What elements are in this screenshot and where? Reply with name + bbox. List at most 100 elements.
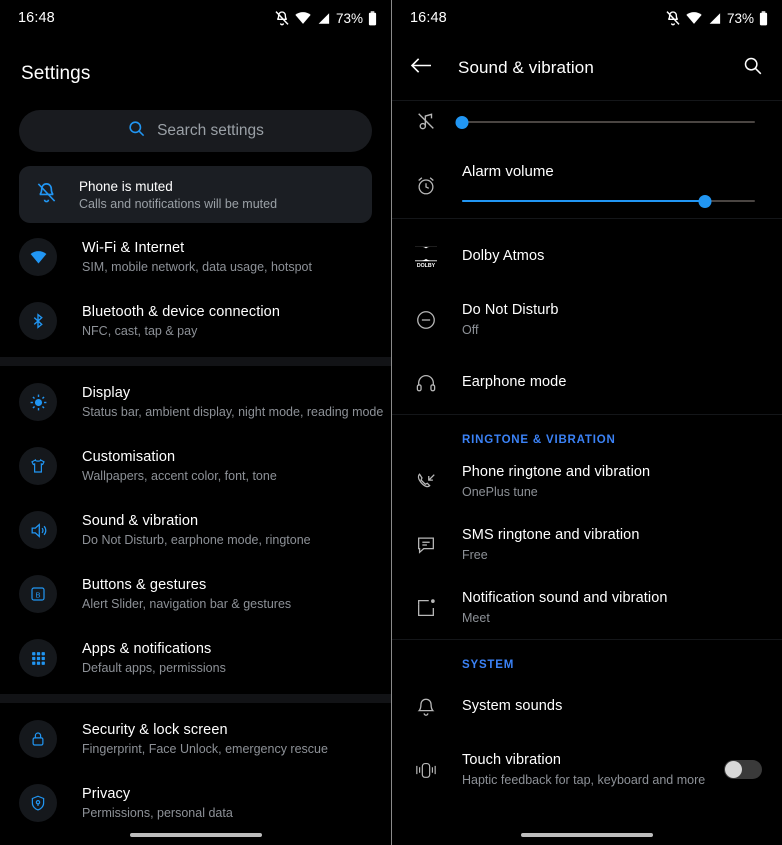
media-volume-slider-row[interactable] bbox=[392, 105, 782, 133]
list-item-title: Phone ringtone and vibration bbox=[462, 463, 651, 480]
sidebar-item-subtitle: NFC, cast, tap & pay bbox=[82, 323, 198, 338]
sidebar-item-wifi-internet[interactable]: Wi-Fi & Internet SIM, mobile network, da… bbox=[0, 225, 391, 289]
list-item-title: Touch vibration bbox=[462, 751, 562, 768]
list-item-phone-ringtone[interactable]: Phone ringtone and vibration OnePlus tun… bbox=[392, 450, 782, 513]
alarm-volume-slider-row[interactable]: Alarm volume bbox=[392, 163, 782, 208]
sound-vibration-screen: 16:48 73% Sound & vibration Alarm volume… bbox=[391, 0, 782, 845]
alarm-volume-label: Alarm volume bbox=[462, 163, 554, 180]
sidebar-item-display[interactable]: Display Status bar, ambient display, nig… bbox=[0, 370, 391, 434]
slider-thumb[interactable] bbox=[698, 194, 712, 208]
battery-icon bbox=[368, 10, 377, 26]
sidebar-item-buttons-gestures[interactable]: B Buttons & gestures Alert Slider, navig… bbox=[0, 562, 391, 626]
dolby-icon: DOLBY bbox=[410, 246, 442, 268]
sidebar-item-subtitle: Do Not Disturb, earphone mode, ringtone bbox=[82, 532, 311, 547]
music-note-muted-icon bbox=[410, 111, 442, 133]
speaker-icon bbox=[19, 511, 57, 549]
search-input[interactable]: Search settings bbox=[19, 110, 372, 152]
bell-muted-icon bbox=[274, 10, 290, 26]
list-item-sms-ringtone[interactable]: SMS ringtone and vibration Free bbox=[392, 513, 782, 576]
sidebar-item-bluetooth-device-connection[interactable]: Bluetooth & device connection NFC, cast,… bbox=[0, 289, 391, 353]
headphones-icon bbox=[410, 372, 442, 394]
toolbar: Sound & vibration bbox=[392, 36, 782, 100]
list-item-system-sounds[interactable]: System sounds bbox=[392, 675, 782, 738]
sidebar-item-subtitle: SIM, mobile network, data usage, hotspot bbox=[82, 259, 312, 274]
sidebar-item-title: Display bbox=[82, 384, 131, 401]
audio-features-section: DOLBY Dolby Atmos Do Not Disturb Off Ear… bbox=[392, 219, 782, 414]
sidebar-item-title: Sound & vibration bbox=[82, 512, 199, 529]
battery-percent-label: 73% bbox=[335, 10, 363, 26]
slider-fill bbox=[462, 200, 706, 202]
settings-home-screen: 16:48 73% Settings Search settings Phone… bbox=[0, 0, 391, 845]
list-item-subtitle: Free bbox=[462, 547, 488, 562]
section-header-system: SYSTEM bbox=[462, 659, 515, 671]
section-divider bbox=[0, 694, 391, 703]
list-item-dolby-atmos[interactable]: DOLBY Dolby Atmos bbox=[392, 225, 782, 288]
phone-ring-icon bbox=[410, 471, 442, 493]
search-icon bbox=[127, 119, 146, 143]
signal-icon bbox=[316, 12, 330, 25]
sidebar-item-title: Customisation bbox=[82, 448, 176, 465]
sidebar-item-privacy[interactable]: Privacy Permissions, personal data bbox=[0, 771, 391, 835]
page-title: Settings bbox=[21, 63, 91, 84]
svg-text:DOLBY: DOLBY bbox=[417, 263, 436, 268]
status-bar: 16:48 73% bbox=[392, 0, 782, 36]
sidebar-item-subtitle: Permissions, personal data bbox=[82, 805, 233, 820]
list-item-notification-sound[interactable]: Notification sound and vibration Meet bbox=[392, 576, 782, 639]
sidebar-item-customisation[interactable]: Customisation Wallpapers, accent color, … bbox=[0, 434, 391, 498]
home-indicator[interactable] bbox=[129, 833, 262, 837]
list-item-title: SMS ringtone and vibration bbox=[462, 526, 640, 543]
alarm-clock-icon bbox=[410, 175, 442, 197]
list-item-subtitle: Meet bbox=[462, 610, 490, 625]
notification-box-icon bbox=[410, 597, 442, 619]
list-item-subtitle: Off bbox=[462, 322, 479, 337]
media-volume-slider[interactable] bbox=[455, 115, 755, 129]
alarm-volume-slider[interactable] bbox=[462, 194, 755, 208]
list-item-subtitle: Haptic feedback for tap, keyboard and mo… bbox=[462, 772, 706, 787]
do-not-disturb-icon bbox=[410, 309, 442, 331]
list-item-title: Do Not Disturb bbox=[462, 301, 559, 318]
phone-muted-card[interactable]: Phone is muted Calls and notifications w… bbox=[19, 166, 372, 223]
status-bar: 16:48 73% bbox=[0, 0, 391, 36]
sidebar-item-title: Buttons & gestures bbox=[82, 576, 207, 593]
brightness-icon bbox=[19, 383, 57, 421]
sidebar-item-apps-notifications[interactable]: Apps & notifications Default apps, permi… bbox=[0, 626, 391, 690]
list-item-touch-vibration[interactable]: Touch vibration Haptic feedback for tap,… bbox=[392, 738, 782, 801]
list-item-do-not-disturb[interactable]: Do Not Disturb Off bbox=[392, 288, 782, 351]
bell-muted-icon bbox=[665, 10, 681, 26]
sidebar-item-security-lock-screen[interactable]: Security & lock screen Fingerprint, Face… bbox=[0, 707, 391, 771]
phone-muted-subtitle: Calls and notifications will be muted bbox=[79, 196, 278, 211]
search-placeholder: Search settings bbox=[157, 122, 264, 139]
phone-muted-title: Phone is muted bbox=[79, 178, 173, 194]
lock-icon bbox=[19, 720, 57, 758]
sidebar-item-subtitle: Status bar, ambient display, night mode,… bbox=[82, 404, 384, 419]
wifi-icon bbox=[19, 238, 57, 276]
shield-icon bbox=[19, 784, 57, 822]
list-item-title: Dolby Atmos bbox=[462, 248, 545, 264]
system-section: SYSTEM System sounds Touch vibration Hap… bbox=[392, 640, 782, 801]
message-icon bbox=[410, 534, 442, 556]
slider-track bbox=[462, 121, 755, 123]
wifi-icon bbox=[295, 11, 311, 25]
sidebar-item-sound-vibration[interactable]: Sound & vibration Do Not Disturb, earpho… bbox=[0, 498, 391, 562]
tshirt-icon bbox=[19, 447, 57, 485]
button-b-icon: B bbox=[19, 575, 57, 613]
battery-percent-label: 73% bbox=[726, 10, 754, 26]
bluetooth-icon bbox=[19, 302, 57, 340]
touch-vibration-toggle[interactable] bbox=[724, 760, 762, 779]
page-title: Sound & vibration bbox=[458, 58, 594, 77]
back-arrow-icon[interactable] bbox=[410, 56, 433, 80]
sidebar-item-subtitle: Fingerprint, Face Unlock, emergency resc… bbox=[82, 741, 328, 756]
home-indicator[interactable] bbox=[521, 833, 653, 837]
list-item-earphone-mode[interactable]: Earphone mode bbox=[392, 351, 782, 414]
status-bar-time: 16:48 bbox=[410, 10, 447, 26]
slider-thumb[interactable] bbox=[455, 115, 469, 129]
bell-icon bbox=[410, 696, 442, 718]
list-item-subtitle: OnePlus tune bbox=[462, 484, 538, 499]
bell-muted-icon bbox=[35, 181, 69, 209]
sidebar-item-subtitle: Alert Slider, navigation bar & gestures bbox=[82, 596, 292, 611]
section-divider bbox=[0, 357, 391, 366]
sidebar-item-title: Wi-Fi & Internet bbox=[82, 239, 185, 256]
sidebar-item-title: Privacy bbox=[82, 785, 131, 802]
wifi-icon bbox=[686, 11, 702, 25]
search-icon[interactable] bbox=[742, 55, 763, 81]
